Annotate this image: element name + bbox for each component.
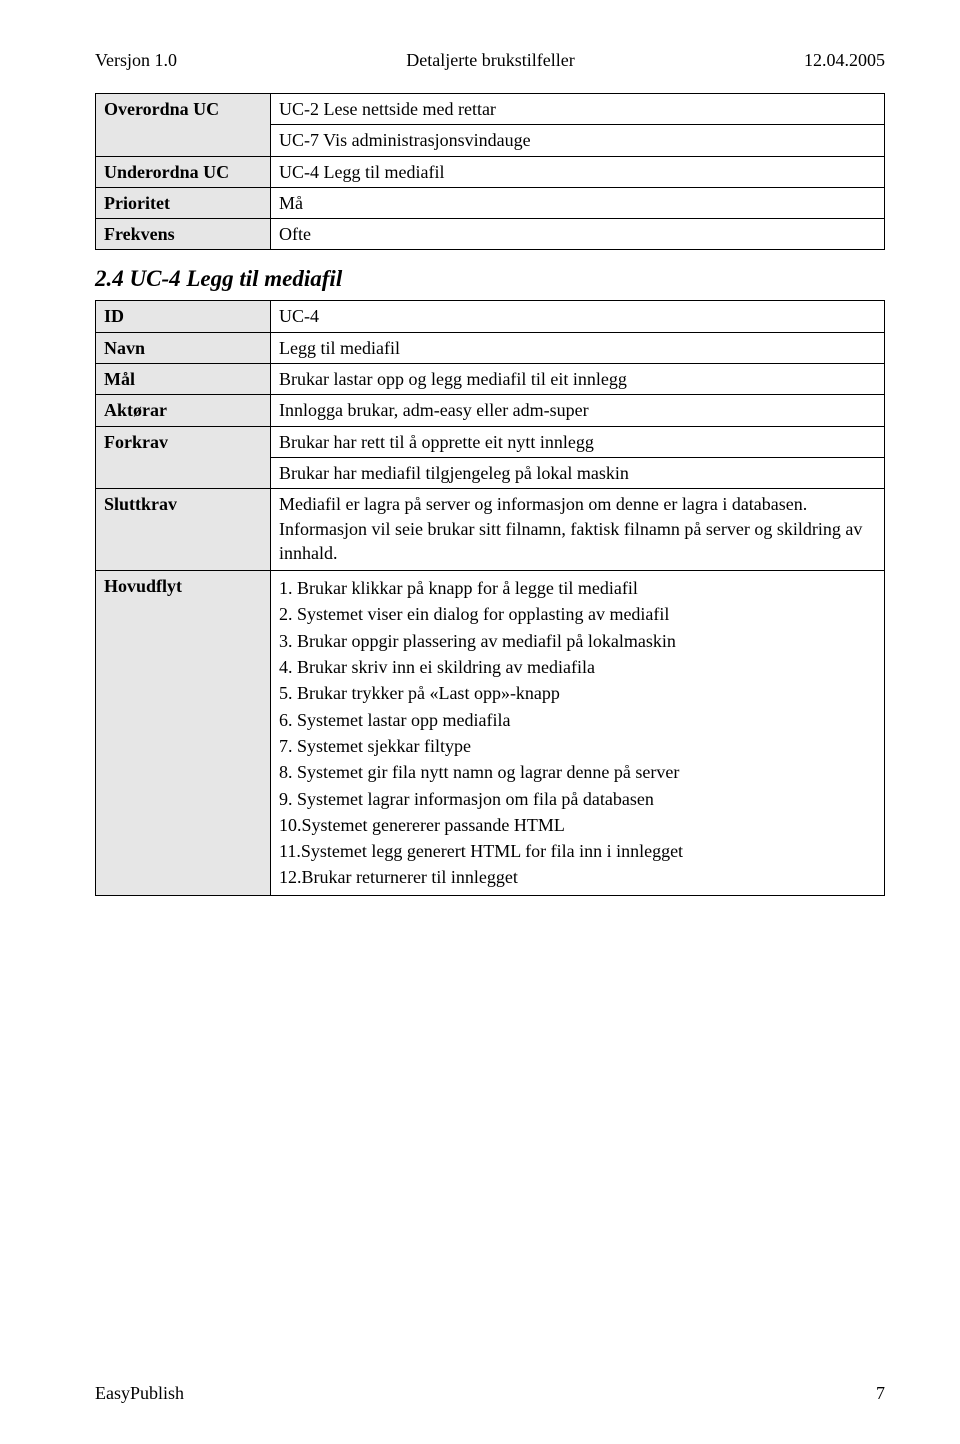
table-row: ID UC-4 [96,301,885,332]
row-value: Ofte [271,219,885,250]
row-value: Brukar lastar opp og legg mediafil til e… [271,364,885,395]
row-value: Må [271,187,885,218]
table-row: Hovudflyt 1. Brukar klikkar på knapp for… [96,571,885,896]
row-label: Overordna UC [96,94,271,157]
usecase-detail-table: ID UC-4 Navn Legg til mediafil Mål Bruka… [95,300,885,895]
header-date: 12.04.2005 [804,50,885,71]
row-value: Innlogga brukar, adm-easy eller adm-supe… [271,395,885,426]
row-label: Underordna UC [96,156,271,187]
row-value: Mediafil er lagra på server og informasj… [271,489,885,571]
row-label: Sluttkrav [96,489,271,571]
table-row: Frekvens Ofte [96,219,885,250]
flow-step: 5. Brukar trykker på «Last opp»-knapp [279,681,876,705]
row-label: Hovudflyt [96,571,271,896]
table-row: Navn Legg til mediafil [96,332,885,363]
footer-title: EasyPublish [95,1383,184,1404]
flow-step: 8. Systemet gir fila nytt namn og lagrar… [279,760,876,784]
table-row: Overordna UC UC-2 Lese nettside med rett… [96,94,885,125]
row-value: Brukar har rett til å opprette eit nytt … [271,426,885,457]
flow-step: 2. Systemet viser ein dialog for opplast… [279,602,876,626]
table-row: Mål Brukar lastar opp og legg mediafil t… [96,364,885,395]
table-row: Sluttkrav Mediafil er lagra på server og… [96,489,885,571]
row-label: Prioritet [96,187,271,218]
flow-step: 9. Systemet lagrar informasjon om fila p… [279,787,876,811]
table-row: Prioritet Må [96,187,885,218]
usecase-summary-table: Overordna UC UC-2 Lese nettside med rett… [95,93,885,250]
header-version: Versjon 1.0 [95,50,177,71]
flow-step: 1. Brukar klikkar på knapp for å legge t… [279,576,876,600]
row-value: UC-7 Vis administrasjonsvindauge [271,125,885,156]
row-label: Mål [96,364,271,395]
page-header: Versjon 1.0 Detaljerte brukstilfeller 12… [95,50,885,71]
row-value: 1. Brukar klikkar på knapp for å legge t… [271,571,885,896]
flow-step: 10.Systemet genererer passande HTML [279,813,876,837]
row-label: Aktørar [96,395,271,426]
row-label: Navn [96,332,271,363]
flow-step: 12.Brukar returnerer til innlegget [279,865,876,889]
table-row: Forkrav Brukar har rett til å opprette e… [96,426,885,457]
page-footer: EasyPublish 7 [95,1383,885,1404]
sluttkrav-text: Mediafil er lagra på server og informasj… [279,492,876,565]
row-label: Forkrav [96,426,271,489]
row-value: Legg til mediafil [271,332,885,363]
flow-step: 7. Systemet sjekkar filtype [279,734,876,758]
row-label: ID [96,301,271,332]
header-title: Detaljerte brukstilfeller [406,50,574,71]
footer-page-number: 7 [876,1383,885,1404]
flow-step: 4. Brukar skriv inn ei skildring av medi… [279,655,876,679]
flow-step: 3. Brukar oppgir plassering av mediafil … [279,629,876,653]
flow-step: 6. Systemet lastar opp mediafila [279,708,876,732]
table-row: Aktørar Innlogga brukar, adm-easy eller … [96,395,885,426]
table-row: Underordna UC UC-4 Legg til mediafil [96,156,885,187]
row-value: Brukar har mediafil tilgjengeleg på loka… [271,457,885,488]
flow-step: 11.Systemet legg generert HTML for fila … [279,839,876,863]
row-value: UC-4 [271,301,885,332]
row-label: Frekvens [96,219,271,250]
section-heading: 2.4 UC-4 Legg til mediafil [95,266,885,292]
row-value: UC-2 Lese nettside med rettar [271,94,885,125]
row-value: UC-4 Legg til mediafil [271,156,885,187]
